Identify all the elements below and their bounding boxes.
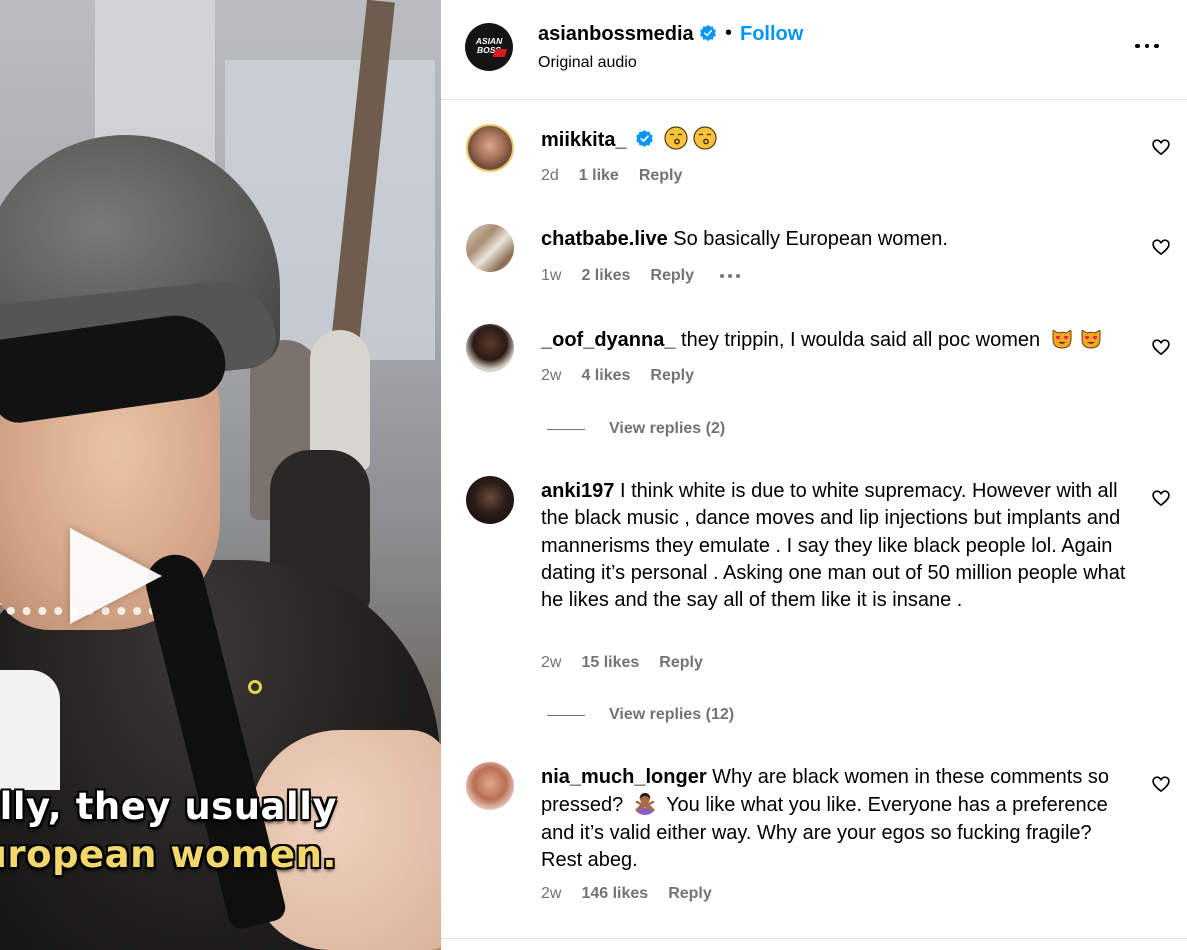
comment-meta: 1w 2 likes Reply (541, 267, 740, 285)
commenter-username[interactable]: miikkita_ (541, 129, 627, 151)
author-username[interactable]: asianbossmedia (538, 23, 717, 46)
reply-button[interactable]: Reply (639, 167, 683, 185)
comment-likes[interactable]: 2 likes (581, 267, 630, 285)
logo-red-bar (492, 49, 508, 57)
reply-button[interactable]: Reply (650, 267, 694, 285)
video-player[interactable]: ully, they usually uropean women. (0, 0, 441, 950)
comment-text: I think white is due to white supremacy.… (541, 480, 1126, 612)
commenter-avatar[interactable] (466, 224, 514, 272)
comments-panel: ASIAN BOSS asianbossmedia • Follow Origi… (441, 0, 1187, 950)
play-icon[interactable] (70, 528, 162, 624)
comment-body: anki197 I think white is due to white su… (541, 478, 1131, 614)
view-replies-button[interactable]: View replies (12) (547, 706, 734, 724)
header-separator: • (725, 22, 733, 44)
background-person (310, 330, 370, 470)
shirt (0, 670, 60, 790)
heart-outline-icon[interactable] (1151, 237, 1171, 257)
comment-body: nia_much_longer Why are black women in t… (541, 764, 1131, 874)
more-options-icon[interactable] (1135, 38, 1165, 54)
comment-meta: 2w 146 likes Reply (541, 885, 712, 903)
commenter-username[interactable]: anki197 (541, 480, 614, 502)
view-replies-line (547, 428, 585, 430)
microphone-ring (248, 680, 262, 694)
heart-eyes-cat-emoji-icon (1052, 329, 1072, 349)
commenter-username[interactable]: _oof_dyanna_ (541, 329, 675, 351)
view-replies-label: View replies (2) (609, 420, 726, 437)
comment-time[interactable]: 1w (541, 267, 561, 285)
comments-bottom-divider (441, 938, 1187, 939)
commenter-username[interactable]: chatbabe.live (541, 228, 668, 250)
comment-likes[interactable]: 4 likes (581, 367, 630, 385)
comment-time[interactable]: 2w (541, 885, 561, 903)
view-replies-button[interactable]: View replies (2) (547, 420, 725, 438)
reply-button[interactable]: Reply (659, 654, 703, 672)
kissing-face-emoji-icon (664, 126, 688, 150)
heart-outline-icon[interactable] (1151, 337, 1171, 357)
comment-more-icon[interactable] (719, 274, 740, 278)
comment-time[interactable]: 2w (541, 367, 561, 385)
commenter-avatar[interactable] (466, 324, 514, 372)
comment-meta: 2d 1 like Reply (541, 167, 682, 185)
video-subtitle-line-2: uropean women. (0, 833, 337, 876)
heart-outline-icon[interactable] (1151, 488, 1171, 508)
commenter-avatar[interactable] (466, 476, 514, 524)
comment-text: they trippin, I woulda said all poc wome… (681, 329, 1041, 351)
woman-gesturing-no-emoji-icon (634, 793, 655, 816)
author-avatar[interactable]: ASIAN BOSS (465, 23, 513, 71)
comment-likes[interactable]: 1 like (579, 167, 619, 185)
comment-likes[interactable]: 146 likes (581, 885, 648, 903)
author-username-text: asianbossmedia (538, 23, 694, 45)
original-audio-link[interactable]: Original audio (538, 54, 637, 72)
post-header: ASIAN BOSS asianbossmedia • Follow Origi… (441, 0, 1187, 100)
comment-meta: 2w 4 likes Reply (541, 367, 694, 385)
commenter-username[interactable]: nia_much_longer (541, 766, 707, 788)
commenter-avatar[interactable] (466, 762, 514, 810)
comment-body: miikkita_ (541, 126, 1131, 154)
comment-likes[interactable]: 15 likes (581, 654, 639, 672)
comment-meta: 2w 15 likes Reply (541, 654, 703, 672)
follow-button[interactable]: Follow (740, 23, 803, 46)
view-replies-label: View replies (12) (609, 706, 735, 723)
comment-body: _oof_dyanna_ they trippin, I woulda said… (541, 326, 1131, 354)
comment-time[interactable]: 2w (541, 654, 561, 672)
comment-body: chatbabe.live So basically European wome… (541, 226, 1131, 253)
commenter-avatar[interactable] (466, 124, 514, 172)
view-replies-line (547, 714, 585, 716)
heart-eyes-cat-emoji-icon (1081, 329, 1101, 349)
video-subtitle-line-1: ully, they usually (0, 785, 337, 828)
verified-badge-icon (636, 129, 653, 148)
asianboss-logo: ASIAN BOSS (472, 35, 508, 59)
heart-outline-icon[interactable] (1151, 137, 1171, 157)
comment-time[interactable]: 2d (541, 167, 559, 185)
reply-button[interactable]: Reply (650, 367, 694, 385)
heart-outline-icon[interactable] (1151, 774, 1171, 794)
verified-badge-icon (700, 24, 717, 42)
comment-text-continued: You like what you like. Everyone has a p… (541, 794, 1108, 871)
reply-button[interactable]: Reply (668, 885, 712, 903)
kissing-face-emoji-icon (693, 126, 717, 150)
comment-text: So basically European women. (673, 228, 948, 250)
